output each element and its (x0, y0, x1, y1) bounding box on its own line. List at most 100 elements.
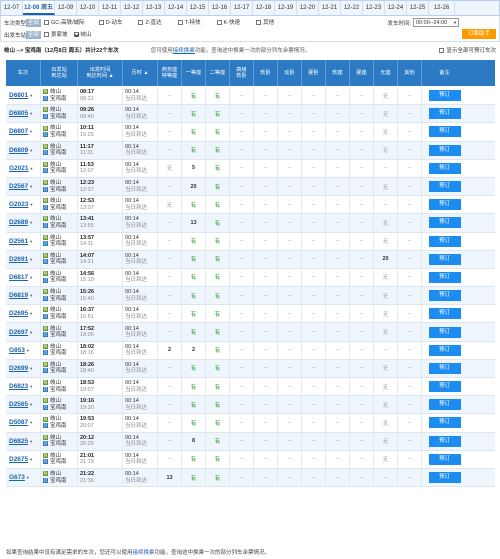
chevron-down-icon[interactable]: ▼ (29, 402, 33, 407)
seat-cell[interactable]: 有 (206, 396, 230, 414)
chevron-down-icon[interactable]: ▼ (29, 257, 33, 262)
chevron-down-icon[interactable]: ▼ (29, 275, 33, 280)
seat-cell[interactable]: 20 (374, 250, 398, 268)
seat-cell[interactable]: 有 (206, 196, 230, 214)
book-button[interactable]: 预订 (428, 399, 461, 411)
book-button[interactable]: 预订 (428, 435, 461, 447)
chevron-down-icon[interactable]: ▼ (29, 457, 33, 462)
book-button[interactable]: 预订 (428, 108, 461, 120)
chevron-down-icon[interactable]: ▼ (29, 148, 33, 153)
seat-cell[interactable]: 有 (182, 196, 206, 214)
order-helper-button[interactable]: 订票助手 (462, 29, 496, 39)
footer-transfer-link[interactable]: 接续换乘 (133, 550, 155, 556)
train-number-link[interactable]: D6823 (9, 383, 28, 390)
date-tab[interactable]: 12-26 (429, 1, 455, 15)
seat-cell[interactable]: 20 (182, 177, 206, 196)
all-stations-button[interactable]: 全部 (26, 30, 42, 39)
seat-cell[interactable]: 有 (182, 378, 206, 396)
seat-cell[interactable]: 2 (182, 341, 206, 359)
train-number-link[interactable]: D6817 (9, 274, 28, 281)
train-number-link[interactable]: D6805 (9, 110, 28, 117)
chevron-down-icon[interactable]: ▼ (29, 93, 33, 98)
train-type-checkbox[interactable] (216, 19, 222, 25)
seat-cell[interactable]: 有 (206, 432, 230, 450)
book-button[interactable]: 预订 (428, 199, 461, 211)
chevron-down-icon[interactable]: ▼ (29, 129, 33, 134)
book-button[interactable]: 预订 (428, 181, 461, 193)
book-button[interactable]: 预订 (428, 381, 461, 393)
train-number-link[interactable]: D6807 (9, 128, 28, 135)
date-tab[interactable]: 12-13 (143, 1, 165, 15)
seat-cell[interactable]: 有 (206, 232, 230, 250)
seat-cell[interactable]: 有 (206, 250, 230, 268)
seat-cell[interactable]: 有 (206, 468, 230, 487)
train-number-link[interactable]: D6825 (9, 438, 28, 445)
show-all-toggle[interactable]: 显示全部可预订车次 (439, 46, 496, 54)
date-tab[interactable]: 12-23 (363, 1, 385, 15)
book-button[interactable]: 预订 (428, 453, 461, 465)
chevron-down-icon[interactable]: ▼ (29, 330, 33, 335)
time-select[interactable]: 00:00--24:00 ▼ (413, 18, 459, 27)
seat-cell[interactable]: 有 (206, 268, 230, 287)
book-button[interactable]: 预订 (428, 344, 461, 356)
chevron-down-icon[interactable]: ▼ (26, 475, 30, 480)
seat-cell[interactable]: 有 (182, 450, 206, 468)
date-tab[interactable]: 12-15 (187, 1, 209, 15)
seat-cell[interactable]: 有 (206, 123, 230, 141)
book-button[interactable]: 预订 (428, 144, 461, 156)
train-number-link[interactable]: G673 (9, 474, 25, 481)
train-number-link[interactable]: D2699 (9, 365, 28, 372)
date-tab[interactable]: 12-22 (341, 1, 363, 15)
chevron-down-icon[interactable]: ▼ (30, 202, 34, 207)
train-type-option[interactable]: 其他 (256, 18, 274, 26)
seat-cell[interactable]: 13 (182, 214, 206, 232)
train-number-link[interactable]: D6819 (9, 292, 28, 299)
date-tab[interactable]: 12-11 (99, 1, 121, 15)
train-type-checkbox[interactable] (138, 19, 144, 25)
date-tab[interactable]: 12-25 (407, 1, 429, 15)
dep-station-checkbox[interactable] (73, 31, 79, 37)
train-type-checkbox[interactable] (98, 19, 104, 25)
seat-cell[interactable]: 有 (182, 305, 206, 323)
seat-cell[interactable]: 有 (182, 105, 206, 123)
seat-cell[interactable]: 有 (182, 414, 206, 432)
chevron-down-icon[interactable]: ▼ (29, 384, 33, 389)
seat-cell[interactable]: 有 (206, 378, 230, 396)
book-button[interactable]: 预订 (428, 235, 461, 247)
seat-cell[interactable]: 有 (206, 159, 230, 177)
train-type-option[interactable]: Z-直达 (138, 18, 162, 26)
date-tab[interactable]: 12-07 (1, 1, 23, 15)
train-type-checkbox[interactable] (177, 19, 183, 25)
seat-cell[interactable]: 8 (182, 432, 206, 450)
chevron-down-icon[interactable]: ▼ (29, 311, 33, 316)
date-tab[interactable]: 12-14 (165, 1, 187, 15)
dep-station-option[interactable]: 岐山 (73, 30, 92, 38)
book-button[interactable]: 预订 (428, 326, 461, 338)
train-number-link[interactable]: G2021 (9, 165, 29, 172)
seat-cell[interactable]: 有 (206, 214, 230, 232)
seat-cell[interactable]: 有 (206, 177, 230, 196)
train-number-link[interactable]: D2689 (9, 219, 28, 226)
book-button[interactable]: 预订 (428, 253, 461, 265)
date-tab[interactable]: 12-08 周五 (23, 1, 55, 15)
column-header[interactable]: 历时 ▲ (123, 60, 158, 86)
date-tab[interactable]: 12-24 (385, 1, 407, 15)
seat-cell[interactable]: 有 (182, 123, 206, 141)
book-button[interactable]: 预订 (428, 472, 461, 484)
train-number-link[interactable]: D6801 (9, 92, 28, 99)
train-number-link[interactable]: D2561 (9, 238, 28, 245)
seat-cell[interactable]: 有 (182, 323, 206, 341)
seat-cell[interactable]: 有 (182, 396, 206, 414)
book-button[interactable]: 预订 (428, 271, 461, 283)
seat-cell[interactable]: 有 (206, 323, 230, 341)
train-number-link[interactable]: D2567 (9, 183, 28, 190)
date-tab[interactable]: 12-21 (319, 1, 341, 15)
date-tab[interactable]: 12-17 (231, 1, 253, 15)
transfer-link[interactable]: 接续换乘 (173, 48, 195, 54)
seat-cell[interactable]: 有 (206, 87, 230, 105)
date-tab[interactable]: 12-20 (297, 1, 319, 15)
chevron-down-icon[interactable]: ▼ (29, 184, 33, 189)
seat-cell[interactable]: 有 (206, 414, 230, 432)
chevron-down-icon[interactable]: ▼ (29, 366, 33, 371)
book-button[interactable]: 预订 (428, 290, 461, 302)
